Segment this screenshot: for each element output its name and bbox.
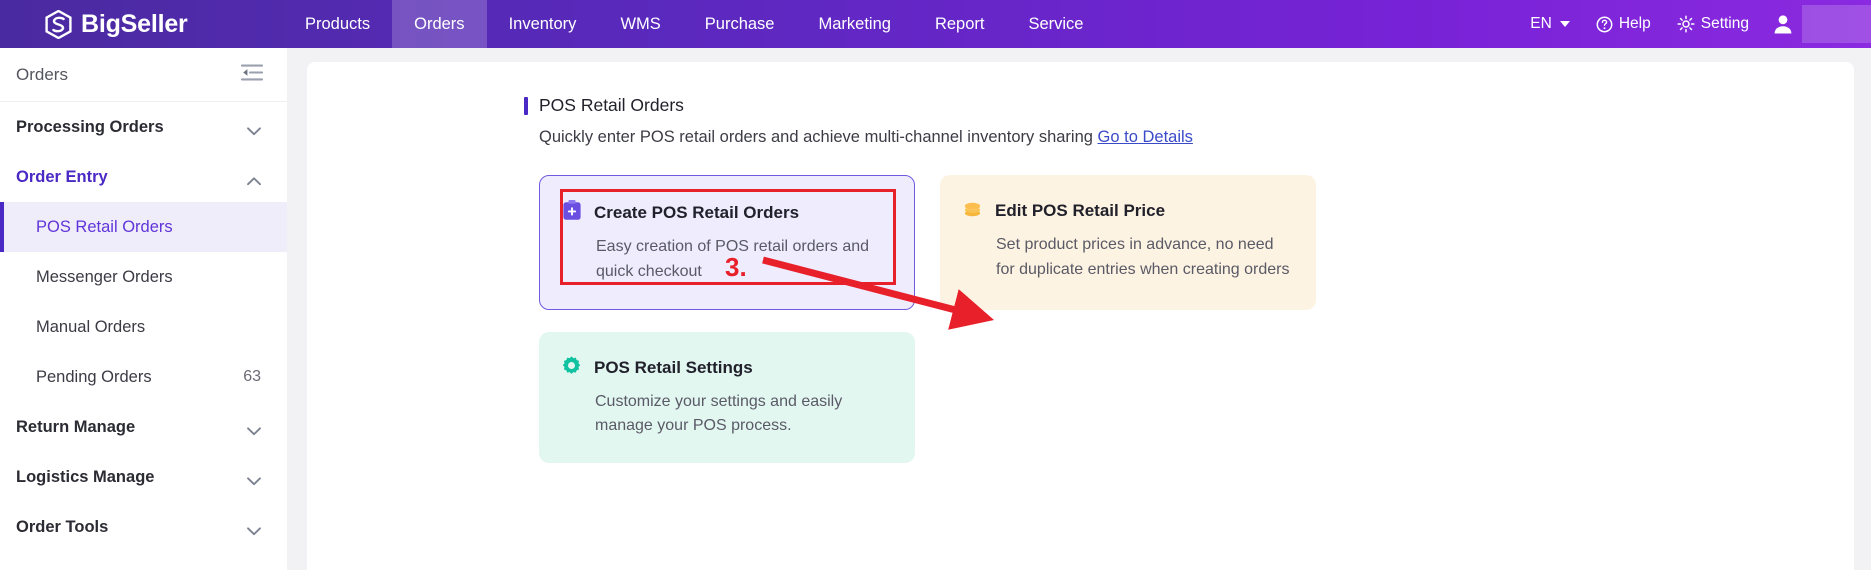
go-to-details-link[interactable]: Go to Details [1098,128,1193,146]
sidebar-group-label: Processing Orders [16,117,164,136]
sidebar-group-label: Logistics Manage [16,467,155,486]
sidebar: Orders Processing Orders Order Entry POS… [0,48,287,570]
sidebar-item-label: Manual Orders [36,317,146,336]
language-label: EN [1530,15,1552,32]
nav-item-marketing[interactable]: Marketing [796,0,912,48]
user-avatar-icon [1772,13,1794,35]
nav-item-products[interactable]: Products [283,0,392,48]
card-title: Create POS Retail Orders [594,202,800,222]
pos-retail-settings-card[interactable]: POS Retail Settings Customize your setti… [539,331,915,464]
card-description: Set product prices in advance, no need f… [996,236,1290,278]
card-header: Edit POS Retail Price [962,198,1290,224]
title-accent-bar [524,96,528,115]
brand-logo-area[interactable]: BigSeller [0,0,283,48]
chevron-down-icon [247,123,261,135]
card-title: POS Retail Settings [594,357,753,377]
clipboard-plus-icon [562,199,582,226]
sidebar-item-label: Messenger Orders [36,267,173,286]
sidebar-group-return-manage[interactable]: Return Manage [0,402,287,452]
nav-item-report[interactable]: Report [913,0,1007,48]
page-title: POS Retail Orders [539,95,684,115]
page-subtitle: Quickly enter POS retail orders and achi… [539,128,1854,147]
nav-item-orders[interactable]: Orders [392,0,487,48]
help-button[interactable]: Help [1583,15,1664,33]
card-header: POS Retail Settings [561,355,889,381]
chevron-down-icon [247,473,261,485]
sidebar-group-order-entry[interactable]: Order Entry [0,152,287,202]
sidebar-group-label: Order Entry [16,167,108,186]
brand-name: BigSeller [81,9,188,38]
card-header: Create POS Retail Orders [562,199,888,226]
gear-icon [561,355,582,381]
top-nav-items: Products Orders Inventory WMS Purchase M… [283,0,1106,48]
step-number-annotation: 3. [725,252,747,282]
pending-orders-count-badge: 63 [243,368,261,385]
top-nav-right-area: EN Help Setting [1517,0,1871,48]
chevron-up-icon [247,173,261,185]
chevron-down-icon [247,523,261,535]
collapse-sidebar-icon[interactable] [240,64,264,86]
language-selector[interactable]: EN [1517,15,1583,33]
main-content-panel: POS Retail Orders Quickly enter POS reta… [307,62,1854,570]
nav-item-purchase[interactable]: Purchase [683,0,797,48]
card-title: Edit POS Retail Price [995,201,1166,220]
setting-button[interactable]: Setting [1664,15,1762,33]
sidebar-group-label: Order Tools [16,517,109,536]
sidebar-group-processing-orders[interactable]: Processing Orders [0,102,287,152]
nav-item-service[interactable]: Service [1006,0,1105,48]
sidebar-item-label: Pending Orders [36,367,152,386]
sidebar-item-messenger-orders[interactable]: Messenger Orders [0,252,287,302]
feature-cards-row-2: POS Retail Settings Customize your setti… [539,331,1599,464]
setting-label: Setting [1700,15,1749,32]
bigseller-logo-icon [45,9,72,39]
create-pos-retail-orders-card[interactable]: Create POS Retail Orders Easy creation o… [539,175,915,310]
page-subtitle-text: Quickly enter POS retail orders and achi… [539,128,1098,146]
help-label: Help [1618,15,1651,32]
feature-cards-area: Create POS Retail Orders Easy creation o… [539,175,1599,464]
nav-item-inventory[interactable]: Inventory [487,0,599,48]
sidebar-group-order-tools[interactable]: Order Tools [0,502,287,552]
chevron-down-icon [1559,21,1570,27]
gear-icon [1677,15,1695,33]
sidebar-item-manual-orders[interactable]: Manual Orders [0,302,287,352]
sidebar-item-label: POS Retail Orders [36,217,173,236]
coins-stack-icon [962,198,983,224]
sidebar-header: Orders [0,48,287,102]
user-name-placeholder [1802,5,1871,43]
sidebar-item-pending-orders[interactable]: Pending Orders 63 [0,352,287,402]
card-description: Customize your settings and easily manag… [595,392,843,435]
top-navigation-bar: BigSeller Products Orders Inventory WMS … [0,0,1871,48]
sidebar-group-label: Return Manage [16,417,136,436]
user-account-area[interactable] [1762,0,1871,48]
page-title-row: POS Retail Orders [524,95,1854,116]
edit-pos-retail-price-card[interactable]: Edit POS Retail Price Set product prices… [940,175,1316,310]
feature-cards-row-1: Create POS Retail Orders Easy creation o… [539,175,1599,310]
nav-item-wms[interactable]: WMS [598,0,682,48]
chevron-down-icon [247,423,261,435]
question-circle-icon [1596,16,1613,33]
sidebar-item-pos-retail-orders[interactable]: POS Retail Orders [0,202,287,252]
sidebar-group-logistics-manage[interactable]: Logistics Manage [0,452,287,502]
sidebar-title: Orders [16,64,68,84]
